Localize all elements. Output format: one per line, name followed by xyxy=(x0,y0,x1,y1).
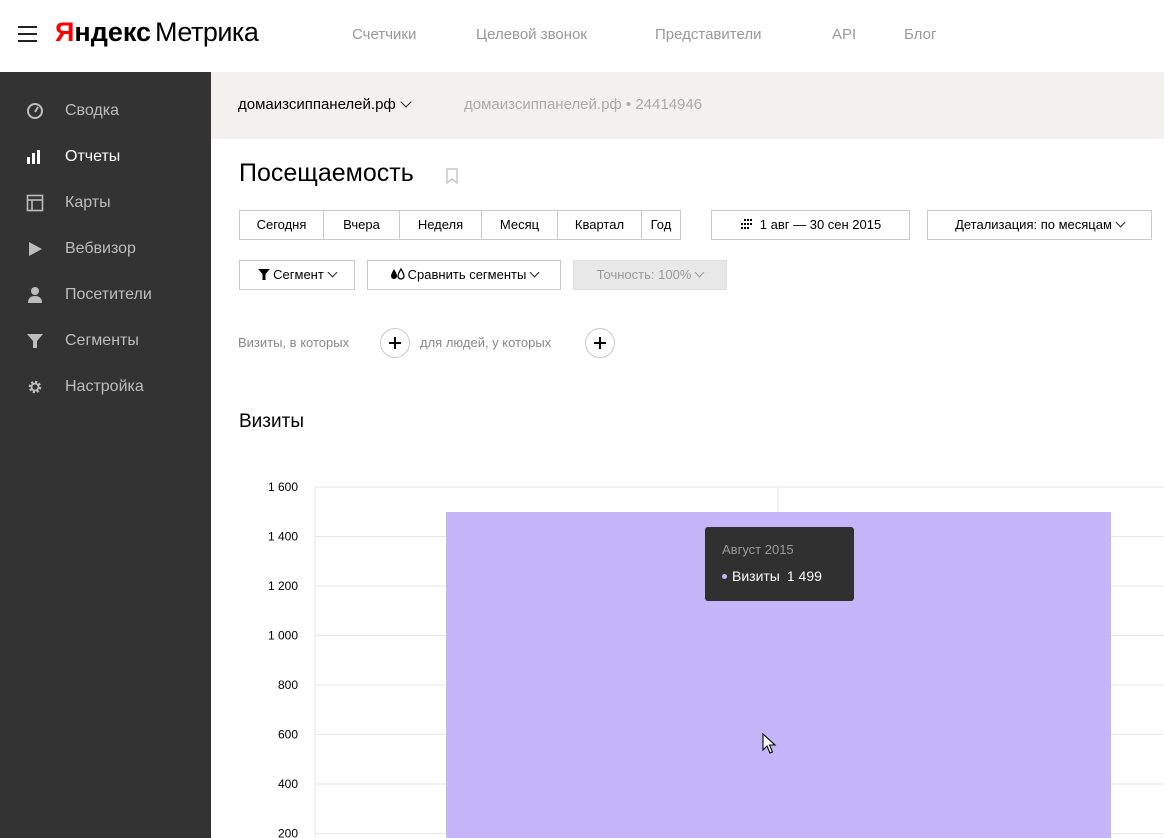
gear-icon xyxy=(28,380,42,394)
sidebar-item-webvisor[interactable]: Вебвизор xyxy=(0,226,211,272)
filter-people-label: для людей, у которых xyxy=(420,335,552,350)
period-yesterday-button[interactable]: Вчера xyxy=(323,210,400,240)
funnel-icon xyxy=(258,269,271,280)
period-week-button[interactable]: Неделя xyxy=(399,210,482,240)
y-tick-label: 600 xyxy=(278,728,298,742)
detail-dropdown[interactable]: Детализация: по месяцам xyxy=(927,210,1152,240)
date-range-button[interactable]: 1 авг — 30 сен 2015 xyxy=(711,210,910,240)
reports-icon xyxy=(27,150,40,164)
compare-segments-dropdown[interactable]: Сравнить сегменты xyxy=(367,260,561,290)
sidebar-item-reports[interactable]: Отчеты xyxy=(0,134,211,180)
sidebar: Сводка Отчеты Карты Вебвизор Посетители … xyxy=(0,72,211,838)
y-tick-label: 400 xyxy=(278,777,298,791)
funnel-icon xyxy=(27,334,43,348)
nav-target-call[interactable]: Целевой звонок xyxy=(476,26,587,43)
counter-info: домаизсиппанелей.рф • 24414946 xyxy=(464,96,703,113)
sidebar-item-label: Сегменты xyxy=(65,332,139,349)
chevron-down-icon xyxy=(529,267,540,278)
sidebar-item-label: Вебвизор xyxy=(65,240,136,257)
chart-title: Визиты xyxy=(239,411,304,432)
sidebar-item-maps[interactable]: Карты xyxy=(0,180,211,226)
sidebar-item-label: Отчеты xyxy=(65,148,121,165)
nav-api[interactable]: API xyxy=(832,26,856,43)
y-tick-label: 1 200 xyxy=(268,579,298,593)
sidebar-item-label: Настройка xyxy=(65,378,144,395)
filter-visits-label: Визиты, в которых xyxy=(238,335,350,350)
dashboard-icon xyxy=(27,103,43,119)
add-people-filter-button[interactable] xyxy=(585,328,615,358)
period-quarter-button[interactable]: Квартал xyxy=(557,210,642,240)
accuracy-dropdown[interactable]: Точность: 100% xyxy=(573,260,727,290)
sidebar-item-dashboard[interactable]: Сводка xyxy=(0,88,211,134)
sidebar-item-label: Посетители xyxy=(65,286,152,303)
maps-icon xyxy=(26,194,44,212)
period-month-button[interactable]: Месяц xyxy=(481,210,558,240)
tooltip-title: Август 2015 xyxy=(722,542,794,557)
chevron-down-icon xyxy=(400,96,412,108)
mouse-cursor-icon xyxy=(762,733,777,754)
nav-representatives[interactable]: Представители xyxy=(655,26,761,43)
sidebar-item-label: Сводка xyxy=(65,102,120,119)
tooltip-row: Визиты 1 499 xyxy=(722,568,822,584)
play-icon xyxy=(29,242,42,256)
sidebar-item-visitors[interactable]: Посетители xyxy=(0,272,211,318)
tooltip-value: 1 499 xyxy=(786,568,822,584)
y-tick-label: 1 600 xyxy=(268,480,298,494)
y-tick-label: 800 xyxy=(278,678,298,692)
chevron-down-icon xyxy=(694,267,705,278)
y-tick-label: 1 400 xyxy=(268,530,298,544)
nav-blog[interactable]: Блог xyxy=(904,26,936,43)
bookmark-icon[interactable] xyxy=(446,168,458,184)
sidebar-item-label: Карты xyxy=(65,194,111,211)
menu-icon[interactable] xyxy=(18,26,37,42)
y-tick-label: 200 xyxy=(278,827,298,838)
tooltip-series-name: Визиты xyxy=(732,568,780,584)
calendar-icon xyxy=(740,219,752,229)
period-year-button[interactable]: Год xyxy=(641,210,681,240)
chevron-down-icon xyxy=(1115,217,1126,228)
chart-tooltip: Август 2015 Визиты 1 499 xyxy=(705,527,854,601)
add-visit-filter-button[interactable] xyxy=(380,328,410,358)
top-header: Яндекс Метрика Счетчики Целевой звонок Пр… xyxy=(0,0,1164,72)
nav-counters[interactable]: Счетчики xyxy=(352,26,416,43)
segment-dropdown[interactable]: Сегмент xyxy=(239,260,355,290)
sidebar-item-settings[interactable]: Настройка xyxy=(0,364,211,410)
sidebar-item-segments[interactable]: Сегменты xyxy=(0,318,211,364)
chevron-down-icon xyxy=(327,267,338,278)
y-tick-label: 1 000 xyxy=(268,629,298,643)
page-title: Посещаемость xyxy=(239,159,414,187)
counter-bar: домаизсиппанелей.рф домаизсиппанелей.рф … xyxy=(211,72,1164,139)
logo[interactable]: Яндекс Метрика xyxy=(55,16,259,48)
series-dot-icon xyxy=(722,574,727,579)
user-icon xyxy=(28,287,42,303)
drops-icon xyxy=(390,267,405,280)
period-today-button[interactable]: Сегодня xyxy=(239,210,324,240)
counter-select[interactable]: домаизсиппанелей.рф xyxy=(238,96,412,113)
